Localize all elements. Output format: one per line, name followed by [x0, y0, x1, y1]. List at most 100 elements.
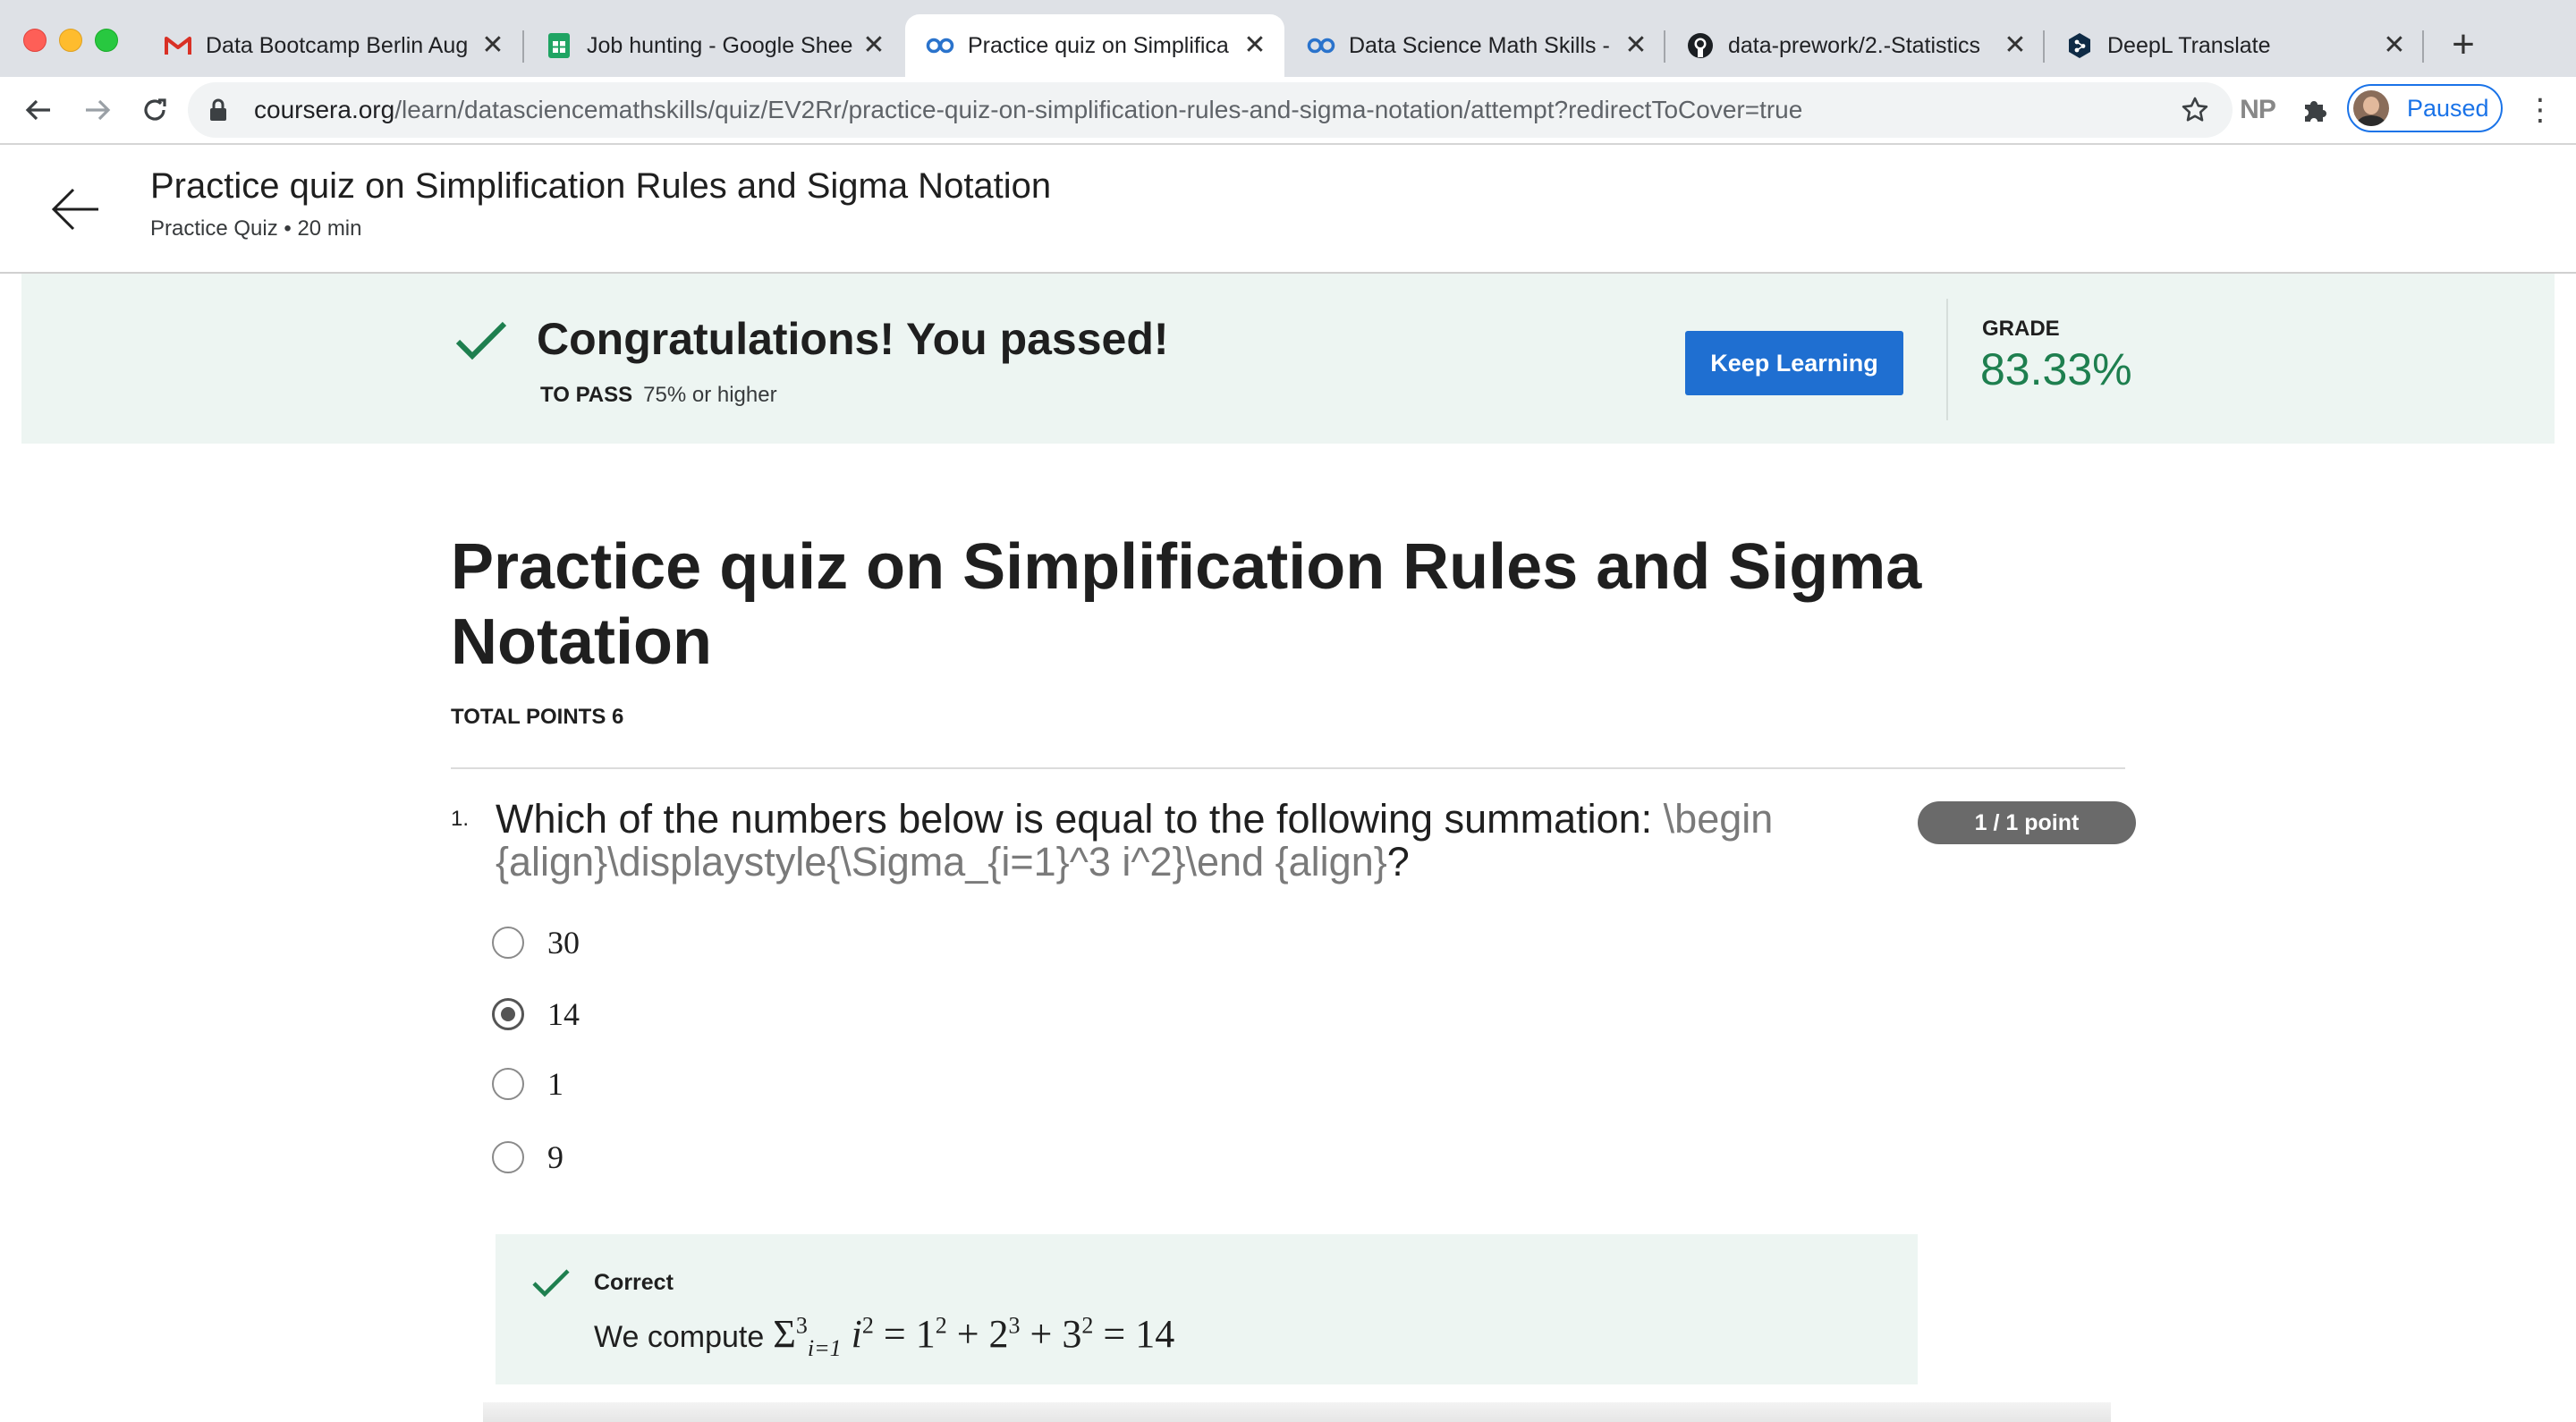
- feedback-status: Correct: [594, 1270, 674, 1295]
- term-value: 3: [1062, 1312, 1082, 1356]
- tab-title: DeepL Translate: [2107, 32, 2271, 58]
- browser-menu-icon[interactable]: ⋮: [2522, 89, 2558, 131]
- to-pass-label: TO PASS: [540, 383, 633, 407]
- lock-icon: [209, 98, 227, 126]
- page-subtitle: Practice Quiz • 20 min: [150, 216, 362, 241]
- sigma-symbol: Σ: [773, 1312, 796, 1356]
- profile-button[interactable]: Paused: [2347, 84, 2503, 132]
- question-text: Which of the numbers below is equal to t…: [496, 798, 1891, 884]
- answer-option-label: 30: [547, 925, 580, 961]
- to-pass-value: 75% or higher: [643, 383, 777, 407]
- equals-sign: =: [883, 1312, 906, 1356]
- radio-button[interactable]: [492, 1068, 524, 1100]
- answer-option[interactable]: 9: [492, 1138, 564, 1177]
- total-points: TOTAL POINTS 6: [451, 705, 624, 729]
- keep-learning-button[interactable]: Keep Learning: [1685, 331, 1903, 395]
- question-prompt: Which of the numbers below is equal to t…: [496, 796, 1664, 842]
- tab-title: Data Bootcamp Berlin Aug: [206, 32, 469, 58]
- github-icon: [1685, 30, 1716, 61]
- url-path: /learn/datasciencemathskills/quiz/EV2Rr/…: [394, 96, 1803, 123]
- sum-term: i: [851, 1312, 862, 1356]
- answer-option[interactable]: 14: [492, 995, 580, 1034]
- feedback-formula: Σ3i=1 i2 = 12 + 23 + 32 = 14: [773, 1312, 1175, 1361]
- url-host: coursera.org: [254, 96, 395, 123]
- radio-button-selected[interactable]: [492, 998, 524, 1030]
- close-window-button[interactable]: [23, 29, 47, 52]
- tab-title: Practice quiz on Simplifica: [968, 32, 1229, 58]
- answer-option-label: 14: [547, 996, 580, 1032]
- coursera-icon: [925, 30, 955, 61]
- exponent: 2: [935, 1312, 947, 1339]
- tab-gmail[interactable]: Data Bootcamp Berlin Aug ✕: [143, 14, 522, 77]
- answer-option-label: 1: [547, 1066, 564, 1102]
- gmail-icon: [163, 30, 193, 61]
- tab-data-science-math[interactable]: Data Science Math Skills - ✕: [1286, 14, 1665, 77]
- deepl-icon: [2064, 30, 2095, 61]
- plus-sign: +: [956, 1312, 979, 1356]
- page-title: Practice quiz on Simplification Rules an…: [150, 166, 1052, 206]
- equals-sign: =: [1103, 1312, 1126, 1356]
- close-tab-icon[interactable]: ✕: [860, 32, 887, 59]
- exponent: 3: [1008, 1312, 1021, 1339]
- close-tab-icon[interactable]: ✕: [1623, 32, 1649, 59]
- grade-value: 83.33%: [1980, 344, 2132, 394]
- points-badge: 1 / 1 point: [1918, 801, 2136, 844]
- plus-sign: +: [1030, 1312, 1053, 1356]
- feedback-explanation: We compute Σ3i=1 i2 = 12 + 23 + 32 = 14: [594, 1311, 1174, 1362]
- tab-title: Data Science Math Skills -: [1349, 32, 1610, 58]
- answer-option-label: 9: [547, 1139, 564, 1175]
- quiz-title: Practice quiz on Simplification Rules an…: [451, 531, 1922, 678]
- question-end: ?: [1386, 839, 1410, 885]
- tab-github[interactable]: data-prework/2.-Statistics ✕: [1665, 14, 2045, 77]
- extensions-puzzle-icon[interactable]: [2295, 89, 2334, 131]
- close-tab-icon[interactable]: ✕: [1241, 32, 1268, 59]
- profile-status-label: Paused: [2407, 94, 2489, 122]
- google-sheets-icon: [544, 30, 574, 61]
- radio-button[interactable]: [492, 1141, 524, 1173]
- sum-upper-bound: 3: [795, 1312, 808, 1339]
- sum-result: 14: [1135, 1312, 1175, 1356]
- radio-button[interactable]: [492, 927, 524, 959]
- minimize-window-button[interactable]: [59, 29, 82, 52]
- page-header: Practice quiz on Simplification Rules an…: [0, 145, 2576, 274]
- bookmark-star-icon[interactable]: [2181, 96, 2209, 129]
- np-extension-icon[interactable]: NP: [2238, 89, 2277, 131]
- tab-practice-quiz[interactable]: Practice quiz on Simplifica ✕: [905, 14, 1284, 77]
- new-tab-button[interactable]: +: [2445, 25, 2481, 64]
- feedback-box: Correct We compute Σ3i=1 i2 = 12 + 23 + 3…: [496, 1234, 1918, 1384]
- close-tab-icon[interactable]: ✕: [2002, 32, 2029, 59]
- reload-button[interactable]: [134, 89, 175, 131]
- address-bar[interactable]: coursera.org/learn/datasciencemathskills…: [188, 82, 2233, 138]
- zoom-window-button[interactable]: [95, 29, 118, 52]
- grade-label: GRADE: [1982, 317, 2060, 341]
- close-tab-icon[interactable]: ✕: [2381, 32, 2408, 59]
- term-value: 1: [915, 1312, 936, 1356]
- answer-option[interactable]: 1: [492, 1064, 564, 1104]
- browser-toolbar: coursera.org/learn/datasciencemathskills…: [0, 77, 2576, 145]
- url-text: coursera.org/learn/datasciencemathskills…: [254, 82, 1802, 138]
- arrow-right-icon: [86, 99, 111, 121]
- checkmark-icon: [454, 320, 508, 366]
- result-banner: Congratulations! You passed! TO PASS 75% …: [21, 274, 2555, 444]
- forward-button[interactable]: [77, 89, 118, 131]
- feedback-text: We compute: [594, 1320, 765, 1354]
- divider: [1946, 299, 1948, 420]
- browser-tab-strip: Data Bootcamp Berlin Aug ✕ Job hunting -…: [0, 0, 2576, 77]
- back-arrow-icon[interactable]: [48, 182, 102, 236]
- sum-lower-bound: i=1: [807, 1334, 842, 1361]
- divider: [451, 767, 2125, 769]
- tab-deepl[interactable]: DeepL Translate ✕: [2045, 14, 2424, 77]
- back-button[interactable]: [18, 89, 59, 131]
- pass-message: Congratulations! You passed!: [537, 314, 1169, 364]
- tab-separator: [2422, 30, 2424, 63]
- exponent: 2: [861, 1312, 874, 1339]
- exponent: 2: [1081, 1312, 1094, 1339]
- question-number: 1.: [451, 807, 470, 831]
- close-tab-icon[interactable]: ✕: [479, 32, 506, 59]
- avatar: [2353, 90, 2389, 126]
- tab-job-hunting[interactable]: Job hunting - Google Shee ✕: [524, 14, 903, 77]
- tab-title: Job hunting - Google Shee: [587, 32, 853, 58]
- next-question-card-edge: [483, 1402, 2111, 1422]
- answer-option[interactable]: 30: [492, 923, 580, 962]
- tab-title: data-prework/2.-Statistics: [1728, 32, 1981, 58]
